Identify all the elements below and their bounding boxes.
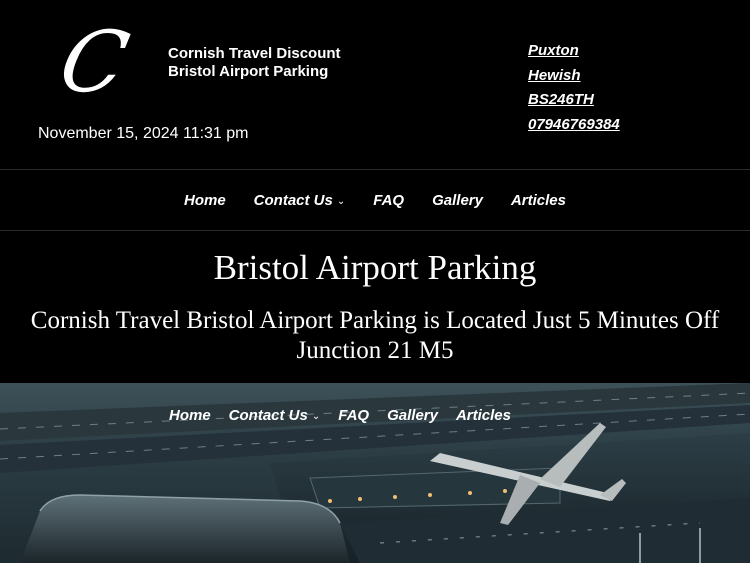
- nav-faq[interactable]: FAQ: [373, 192, 404, 209]
- site-title[interactable]: Cornish Travel Discount Bristol Airport …: [168, 45, 428, 81]
- overlay-nav-contact-label: Contact Us: [228, 407, 308, 424]
- site-header: C Cornish Travel Discount Bristol Airpor…: [0, 0, 750, 170]
- overlay-nav-home-label: Home: [168, 407, 211, 424]
- nav-contact-us[interactable]: Contact Us ⌄: [254, 192, 346, 209]
- nav-gallery-label: Gallery: [432, 191, 483, 209]
- chevron-down-icon[interactable]: ⌄: [337, 196, 345, 207]
- header-divider: [0, 169, 750, 170]
- nav-articles-label: Articles: [510, 191, 566, 209]
- overlay-nav-articles[interactable]: Articles: [456, 407, 511, 424]
- airport-hero-image: Home Contact Us ⌄ FAQ Gallery Articles: [0, 383, 750, 563]
- nav-faq-label: FAQ: [373, 191, 405, 209]
- overlay-nav-home[interactable]: Home: [169, 407, 211, 424]
- nav-contact-label: Contact Us: [253, 191, 333, 209]
- site-title-line-2: Bristol Airport Parking: [168, 63, 329, 80]
- address-link-postcode[interactable]: BS246TH: [528, 88, 728, 113]
- chevron-down-icon[interactable]: ⌄: [312, 411, 320, 422]
- nav-divider: [0, 230, 750, 231]
- hero-section: Bristol Airport Parking Cornish Travel B…: [0, 232, 750, 366]
- site-title-line-1: Cornish Travel Discount: [168, 45, 341, 62]
- current-datetime: November 15, 2024 11:31 pm: [38, 125, 249, 142]
- image-overlay-nav: Home Contact Us ⌄ FAQ Gallery Articles: [0, 407, 680, 424]
- address-link-area[interactable]: Hewish: [528, 64, 728, 89]
- nav-articles[interactable]: Articles: [511, 192, 566, 209]
- nav-home-label: Home: [183, 191, 226, 209]
- overlay-nav-gallery[interactable]: Gallery: [387, 407, 438, 424]
- overlay-nav-faq[interactable]: FAQ: [338, 407, 369, 424]
- page: C Cornish Travel Discount Bristol Airpor…: [0, 0, 750, 563]
- phone-link[interactable]: 07946769384: [528, 113, 728, 138]
- site-logo[interactable]: C: [52, 13, 137, 111]
- address-link-town[interactable]: Puxton: [528, 39, 728, 64]
- overlay-nav-contact-us[interactable]: Contact Us ⌄: [229, 407, 321, 424]
- nav-home[interactable]: Home: [184, 192, 226, 209]
- page-subtitle: Cornish Travel Bristol Airport Parking i…: [30, 307, 720, 364]
- overlay-nav-articles-label: Articles: [455, 407, 511, 424]
- overlay-nav-faq-label: FAQ: [338, 407, 370, 424]
- main-nav: Home Contact Us ⌄ FAQ Gallery Articles: [0, 171, 750, 229]
- contact-address: Puxton Hewish BS246TH 07946769384: [528, 39, 728, 137]
- nav-gallery[interactable]: Gallery: [432, 192, 483, 209]
- page-title: Bristol Airport Parking: [213, 248, 537, 287]
- overlay-nav-gallery-label: Gallery: [387, 407, 438, 424]
